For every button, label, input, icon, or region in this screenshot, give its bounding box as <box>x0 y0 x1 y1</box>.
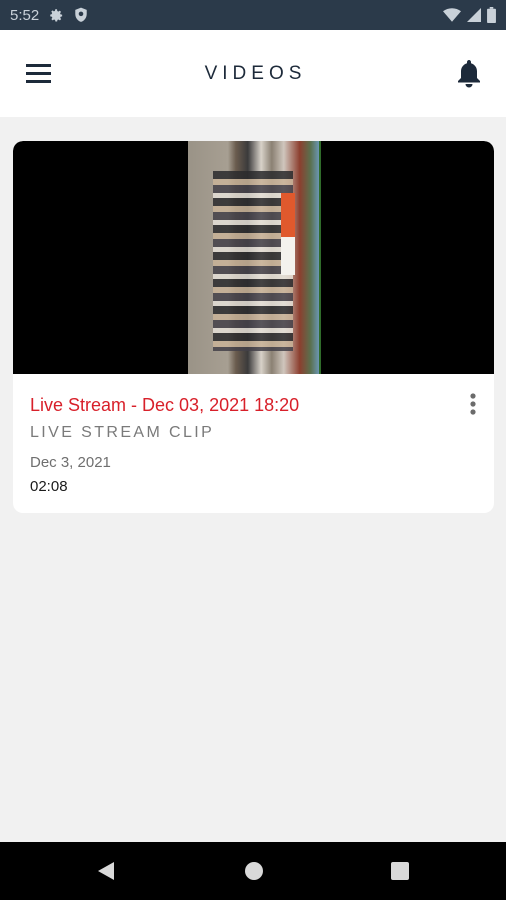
wifi-icon <box>443 8 461 22</box>
bell-icon[interactable] <box>456 58 482 88</box>
system-nav-bar <box>0 842 506 900</box>
recents-icon[interactable] <box>390 861 410 886</box>
video-frame-edge <box>319 141 321 374</box>
video-card[interactable]: Live Stream - Dec 03, 2021 18:20 LIVE ST… <box>13 141 494 513</box>
signal-icon <box>467 8 481 22</box>
video-thumbnail[interactable] <box>13 141 494 374</box>
video-title[interactable]: Live Stream - Dec 03, 2021 18:20 <box>30 395 299 416</box>
home-icon[interactable] <box>244 861 264 886</box>
video-frame-tent-white <box>281 237 295 275</box>
status-bar: 5:52 <box>0 0 506 30</box>
more-vertical-icon[interactable] <box>466 392 480 416</box>
app-bar: VIDEOS <box>0 30 506 117</box>
video-duration: 02:08 <box>30 478 68 495</box>
back-icon[interactable] <box>96 861 116 886</box>
page-title: VIDEOS <box>204 62 307 84</box>
gear-icon <box>49 8 64 23</box>
battery-icon <box>487 7 496 23</box>
video-date: Dec 3, 2021 <box>30 454 111 471</box>
video-frame-tent <box>281 193 295 237</box>
video-subtitle: LIVE STREAM CLIP <box>30 424 215 441</box>
status-time: 5:52 <box>10 6 40 24</box>
hamburger-menu-icon[interactable] <box>26 61 52 85</box>
shield-icon <box>74 7 88 23</box>
